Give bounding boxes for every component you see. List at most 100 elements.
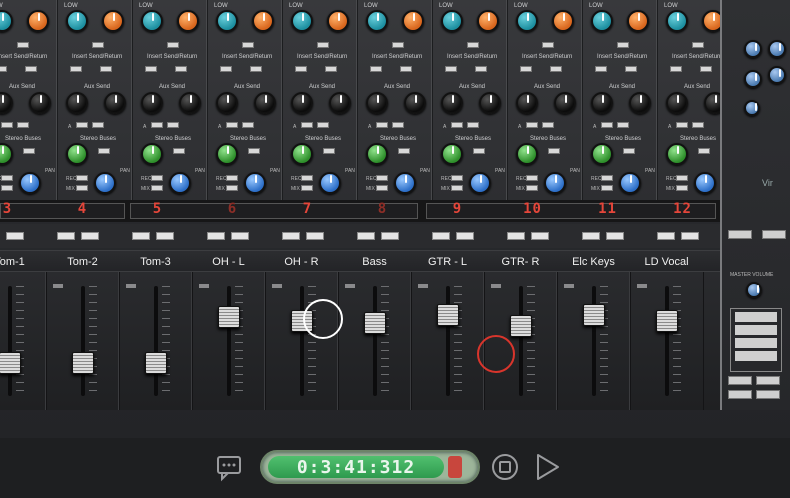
- eq-switch[interactable]: [242, 42, 254, 48]
- stereo-bus-knob[interactable]: [291, 143, 313, 165]
- aux-send-knob-1[interactable]: [141, 92, 163, 114]
- return-button[interactable]: [625, 66, 637, 72]
- bus-a-button[interactable]: [1, 122, 13, 128]
- low-eq-knob[interactable]: [0, 10, 13, 32]
- rec-button[interactable]: [376, 175, 388, 181]
- bus-a-button[interactable]: [376, 122, 388, 128]
- master-grid-button[interactable]: [735, 325, 777, 335]
- aux-send-knob-1[interactable]: [441, 92, 463, 114]
- stop-circle-icon[interactable]: [490, 452, 520, 482]
- bus-a-button[interactable]: [301, 122, 313, 128]
- pan-knob[interactable]: [319, 172, 341, 194]
- aux-send-knob-1[interactable]: [0, 92, 13, 114]
- fader-cap[interactable]: [218, 305, 240, 328]
- stereo-bus-knob[interactable]: [441, 143, 463, 165]
- stereo-bus-knob[interactable]: [366, 143, 388, 165]
- bus-a-button[interactable]: [676, 122, 688, 128]
- insert-button[interactable]: [70, 66, 82, 72]
- mute-button[interactable]: [381, 232, 399, 240]
- eq-switch[interactable]: [317, 42, 329, 48]
- stereo-bus-button[interactable]: [23, 148, 35, 154]
- low-eq-knob[interactable]: [666, 10, 688, 32]
- master-knob-4[interactable]: [768, 66, 786, 84]
- low-eq-knob[interactable]: [441, 10, 463, 32]
- return-button[interactable]: [175, 66, 187, 72]
- insert-button[interactable]: [145, 66, 157, 72]
- aux-send-knob-1[interactable]: [66, 92, 88, 114]
- mix-button[interactable]: [1, 185, 13, 191]
- aux-send-knob-1[interactable]: [291, 92, 313, 114]
- insert-button[interactable]: [295, 66, 307, 72]
- low-eq-knob[interactable]: [141, 10, 163, 32]
- return-button[interactable]: [550, 66, 562, 72]
- low-eq-knob[interactable]: [291, 10, 313, 32]
- bus-a-button[interactable]: [601, 122, 613, 128]
- eq-switch[interactable]: [92, 42, 104, 48]
- insert-button[interactable]: [0, 66, 7, 72]
- master-button-e[interactable]: [728, 390, 752, 399]
- aux-send-knob-1[interactable]: [366, 92, 388, 114]
- aux-send-knob-2[interactable]: [404, 92, 426, 114]
- aux-send-knob-2[interactable]: [254, 92, 276, 114]
- low-eq-knob[interactable]: [66, 10, 88, 32]
- fader-cap[interactable]: [437, 303, 459, 326]
- stereo-bus-button[interactable]: [698, 148, 710, 154]
- bus-a-button[interactable]: [526, 122, 538, 128]
- stereo-bus-knob[interactable]: [66, 143, 88, 165]
- insert-button[interactable]: [520, 66, 532, 72]
- bus-b-button[interactable]: [167, 122, 179, 128]
- pan-knob[interactable]: [469, 172, 491, 194]
- master-knob-3[interactable]: [744, 70, 762, 88]
- rec-button[interactable]: [226, 175, 238, 181]
- bus-b-button[interactable]: [692, 122, 704, 128]
- eq-switch[interactable]: [392, 42, 404, 48]
- stereo-bus-button[interactable]: [173, 148, 185, 154]
- master-knob-5[interactable]: [744, 100, 760, 116]
- bus-b-button[interactable]: [92, 122, 104, 128]
- master-volume-knob[interactable]: [746, 282, 762, 298]
- master-button-c[interactable]: [728, 376, 752, 385]
- bus-a-button[interactable]: [451, 122, 463, 128]
- solo-button[interactable]: [282, 232, 300, 240]
- mute-button[interactable]: [156, 232, 174, 240]
- stereo-bus-knob[interactable]: [591, 143, 613, 165]
- fader-cap[interactable]: [656, 310, 678, 333]
- stereo-bus-button[interactable]: [473, 148, 485, 154]
- stereo-bus-knob[interactable]: [516, 143, 538, 165]
- bus-b-button[interactable]: [542, 122, 554, 128]
- aux-send-knob-1[interactable]: [591, 92, 613, 114]
- eq-switch[interactable]: [467, 42, 479, 48]
- aux-send-knob-2[interactable]: [329, 92, 351, 114]
- pan-knob[interactable]: [394, 172, 416, 194]
- master-button-a[interactable]: [762, 230, 786, 239]
- master-button-f[interactable]: [756, 390, 780, 399]
- solo-button[interactable]: [432, 232, 450, 240]
- pan-knob[interactable]: [244, 172, 266, 194]
- gain-knob[interactable]: [552, 10, 574, 32]
- stereo-bus-button[interactable]: [323, 148, 335, 154]
- aux-send-knob-1[interactable]: [516, 92, 538, 114]
- bus-b-button[interactable]: [617, 122, 629, 128]
- fader-cap[interactable]: [510, 314, 532, 337]
- pan-knob[interactable]: [19, 172, 41, 194]
- aux-send-knob-1[interactable]: [666, 92, 688, 114]
- return-button[interactable]: [475, 66, 487, 72]
- master-button-b[interactable]: [728, 230, 752, 239]
- solo-button[interactable]: [207, 232, 225, 240]
- fader-cap[interactable]: [583, 303, 605, 326]
- solo-button[interactable]: [357, 232, 375, 240]
- aux-send-knob-2[interactable]: [629, 92, 651, 114]
- bus-a-button[interactable]: [151, 122, 163, 128]
- chat-bubble-icon[interactable]: [214, 452, 244, 482]
- gain-knob[interactable]: [627, 10, 649, 32]
- rec-button[interactable]: [601, 175, 613, 181]
- bus-b-button[interactable]: [242, 122, 254, 128]
- mix-button[interactable]: [526, 185, 538, 191]
- mute-button[interactable]: [456, 232, 474, 240]
- eq-switch[interactable]: [542, 42, 554, 48]
- gain-knob[interactable]: [252, 10, 274, 32]
- stereo-bus-button[interactable]: [248, 148, 260, 154]
- bus-b-button[interactable]: [467, 122, 479, 128]
- rec-button[interactable]: [301, 175, 313, 181]
- master-grid-button[interactable]: [735, 338, 777, 348]
